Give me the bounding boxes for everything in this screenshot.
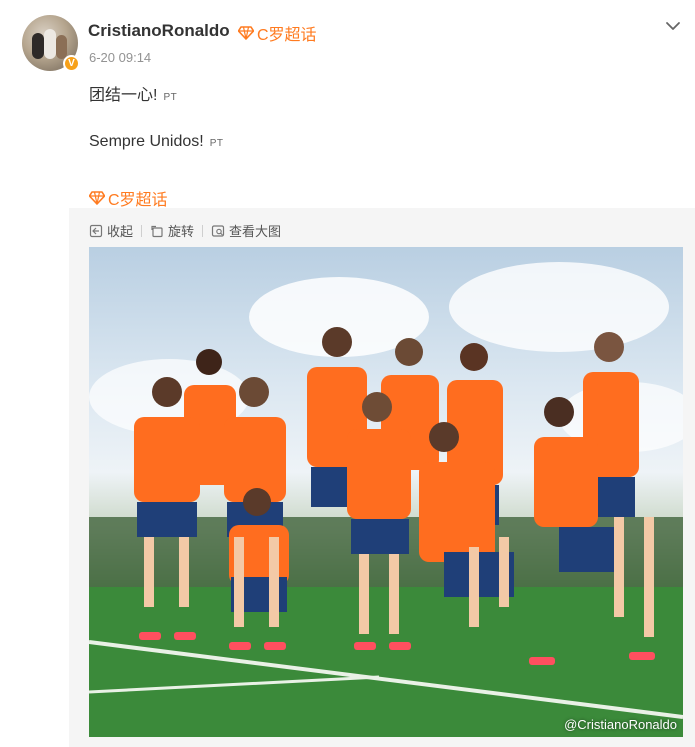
chevron-down-icon[interactable] <box>665 18 681 34</box>
rotate-label: 旋转 <box>168 224 195 239</box>
team-photo-scene <box>89 262 683 737</box>
post-text-line-2: Sempre Unidos! PT <box>89 133 224 151</box>
verified-badge-icon: V <box>63 55 80 72</box>
username-link[interactable]: CristianoRonaldo <box>88 21 230 41</box>
language-tag[interactable]: PT <box>210 138 224 149</box>
team-photo[interactable]: @CristianoRonaldo <box>89 247 683 737</box>
diamond-icon <box>89 191 105 205</box>
collapse-button[interactable]: 收起 <box>89 221 133 240</box>
media-toolbar: 收起 旋转 查看大图 <box>89 221 281 240</box>
rotate-button[interactable]: 旋转 <box>150 221 194 240</box>
collapse-icon <box>89 224 103 237</box>
view-large-icon <box>211 224 225 237</box>
diamond-icon <box>238 26 254 40</box>
toolbar-divider <box>202 224 204 237</box>
rotate-icon <box>151 225 163 237</box>
avatar[interactable]: V <box>22 15 80 72</box>
post-text-line-1: 团结一心! PT <box>89 81 177 105</box>
super-topic-label: C罗超话 <box>257 27 317 44</box>
language-tag[interactable]: PT <box>163 92 177 103</box>
toolbar-divider <box>141 224 143 237</box>
collapse-label: 收起 <box>107 224 134 239</box>
topic-link-label: C罗超话 <box>108 192 168 209</box>
weibo-post: V CristianoRonaldo C罗超话 6-20 09:14 团结一心!… <box>0 0 695 747</box>
topic-link[interactable]: C罗超话 <box>89 186 168 210</box>
post-text-pt: Sempre Unidos! <box>89 133 204 150</box>
post-timestamp[interactable]: 6-20 09:14 <box>89 50 151 65</box>
post-text-zh: 团结一心! <box>89 87 158 104</box>
photo-watermark: @CristianoRonaldo <box>564 717 677 732</box>
super-topic-badge[interactable]: C罗超话 <box>238 21 317 45</box>
view-large-label: 查看大图 <box>229 224 282 239</box>
view-large-button[interactable]: 查看大图 <box>211 221 281 240</box>
